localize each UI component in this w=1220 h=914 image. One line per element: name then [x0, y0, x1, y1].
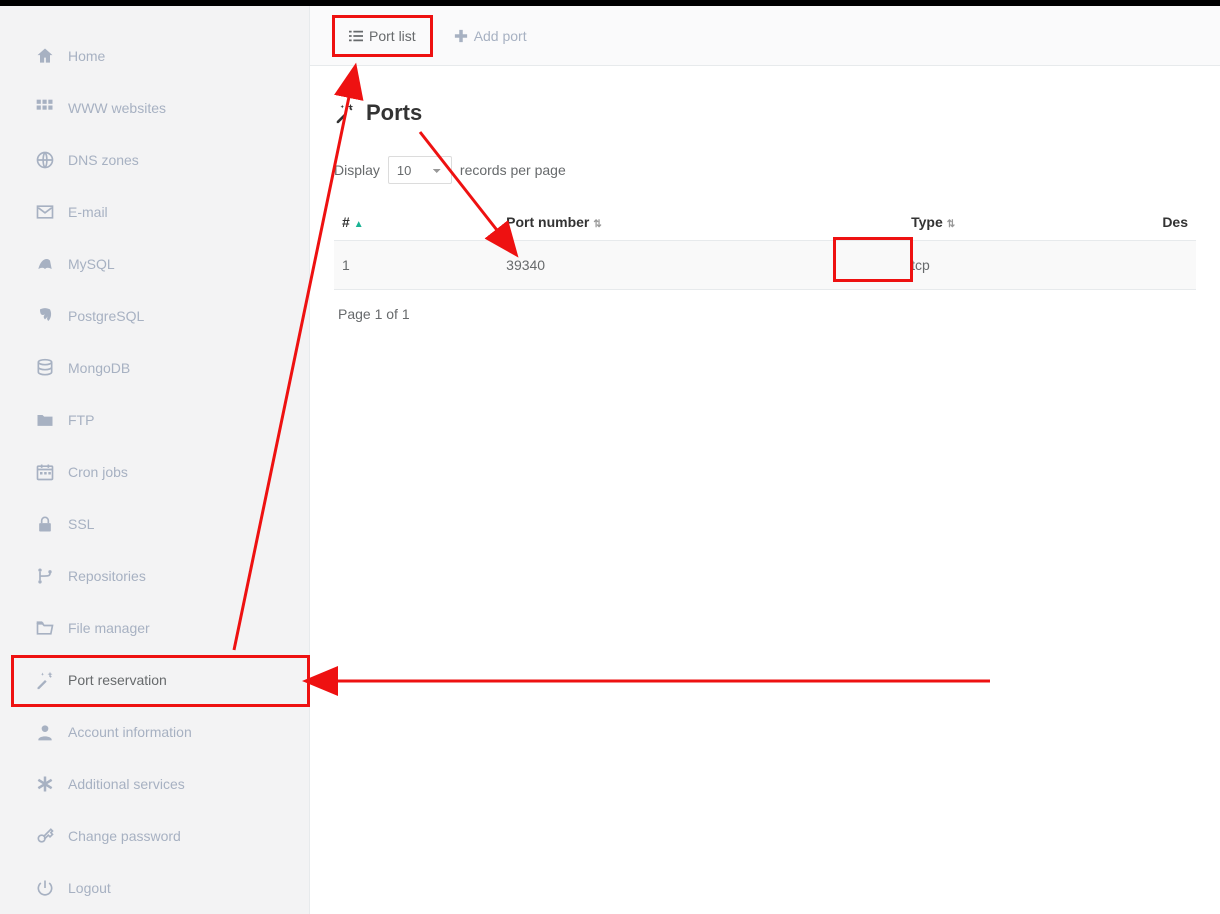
- sidebar-item-label: Home: [68, 48, 105, 64]
- display-label-pre: Display: [334, 162, 380, 178]
- sidebar-item-label: WWW websites: [68, 100, 166, 116]
- sidebar-item-file-manager[interactable]: File manager: [14, 602, 295, 654]
- magic-icon: [334, 102, 356, 124]
- grid-icon: [34, 98, 56, 118]
- sidebar-item-label: Cron jobs: [68, 464, 128, 480]
- sort-asc-icon: ▲: [354, 219, 364, 230]
- cell-des: [1154, 241, 1196, 290]
- table-row[interactable]: 139340tcp: [334, 241, 1196, 290]
- content-area: Ports Display 10 records per page #▲ Po: [310, 66, 1220, 338]
- lock-icon: [34, 514, 56, 534]
- user-icon: [34, 722, 56, 742]
- folder-open-icon: [34, 618, 56, 638]
- tab-label: Port list: [369, 28, 416, 44]
- sidebar-item-account-information[interactable]: Account information: [14, 706, 295, 758]
- magic-icon: [34, 670, 56, 690]
- sidebar-item-label: Repositories: [68, 568, 146, 584]
- sort-icon: ⇅: [947, 219, 955, 230]
- tab-port-list[interactable]: Port list: [332, 15, 433, 57]
- sidebar-item-label: PostgreSQL: [68, 308, 144, 324]
- sidebar-item-label: File manager: [68, 620, 150, 636]
- sidebar-item-port-reservation[interactable]: Port reservation: [14, 654, 295, 706]
- folder-icon: [34, 410, 56, 430]
- table-length-control: Display 10 records per page: [334, 156, 1196, 204]
- sidebar-item-mongodb[interactable]: MongoDB: [14, 342, 295, 394]
- ports-table: #▲ Port number⇅ Type⇅ Des 139340tcp: [334, 204, 1196, 290]
- sidebar-item-ssl[interactable]: SSL: [14, 498, 295, 550]
- page-length-select[interactable]: 10: [388, 156, 452, 184]
- main-content: Port list Add port Ports Display 10: [310, 6, 1220, 914]
- pagination-info: Page 1 of 1: [334, 290, 1196, 338]
- list-icon: [349, 29, 363, 43]
- sidebar-item-label: DNS zones: [68, 152, 139, 168]
- envelope-icon: [34, 202, 56, 222]
- sidebar-item-cron-jobs[interactable]: Cron jobs: [14, 446, 295, 498]
- sidebar-item-label: Change password: [68, 828, 181, 844]
- sidebar-item-label: SSL: [68, 516, 94, 532]
- key-icon: [34, 826, 56, 846]
- power-icon: [34, 878, 56, 898]
- sidebar-item-repositories[interactable]: Repositories: [14, 550, 295, 602]
- page-title-text: Ports: [366, 100, 422, 126]
- col-header-port[interactable]: Port number⇅: [498, 204, 903, 241]
- sidebar-item-label: FTP: [68, 412, 94, 428]
- plus-icon: [454, 29, 468, 43]
- sidebar-item-mysql[interactable]: MySQL: [14, 238, 295, 290]
- sidebar-item-label: Logout: [68, 880, 111, 896]
- col-header-num[interactable]: #▲: [334, 204, 498, 241]
- sidebar: Home WWW websites DNS zones E-mail MySQL Post…: [0, 6, 310, 914]
- sidebar-item-additional-services[interactable]: Additional services: [14, 758, 295, 810]
- col-header-des[interactable]: Des: [1154, 204, 1196, 241]
- sidebar-item-label: Additional services: [68, 776, 185, 792]
- tabs-bar: Port list Add port: [310, 6, 1220, 66]
- asterisk-icon: [34, 774, 56, 794]
- sidebar-item-logout[interactable]: Logout: [14, 862, 295, 914]
- sort-icon: ⇅: [593, 219, 601, 230]
- calendar-icon: [34, 462, 56, 482]
- app-container: Home WWW websites DNS zones E-mail MySQL Post…: [0, 6, 1220, 914]
- sidebar-item-label: Port reservation: [68, 672, 167, 688]
- sidebar-item-label: MySQL: [68, 256, 115, 272]
- tab-label: Add port: [474, 28, 527, 44]
- col-header-type[interactable]: Type⇅: [903, 204, 1154, 241]
- home-icon: [34, 46, 56, 66]
- branch-icon: [34, 566, 56, 586]
- sidebar-item-www-websites[interactable]: WWW websites: [14, 82, 295, 134]
- sidebar-item-label: E-mail: [68, 204, 108, 220]
- sidebar-item-postgresql[interactable]: PostgreSQL: [14, 290, 295, 342]
- mysql-icon: [34, 254, 56, 274]
- cell-port: 39340: [498, 241, 903, 290]
- database-icon: [34, 358, 56, 378]
- sidebar-item-home[interactable]: Home: [14, 30, 295, 82]
- sidebar-item-dns-zones[interactable]: DNS zones: [14, 134, 295, 186]
- sidebar-item-label: Account information: [68, 724, 192, 740]
- page-title: Ports: [334, 90, 1196, 156]
- cell-type: tcp: [903, 241, 1154, 290]
- cell-num: 1: [334, 241, 498, 290]
- globe-icon: [34, 150, 56, 170]
- tab-add-port[interactable]: Add port: [437, 15, 544, 57]
- postgresql-icon: [34, 306, 56, 326]
- sidebar-item-label: MongoDB: [68, 360, 130, 376]
- sidebar-item-ftp[interactable]: FTP: [14, 394, 295, 446]
- sidebar-item-change-password[interactable]: Change password: [14, 810, 295, 862]
- display-label-post: records per page: [460, 162, 566, 178]
- sidebar-item-e-mail[interactable]: E-mail: [14, 186, 295, 238]
